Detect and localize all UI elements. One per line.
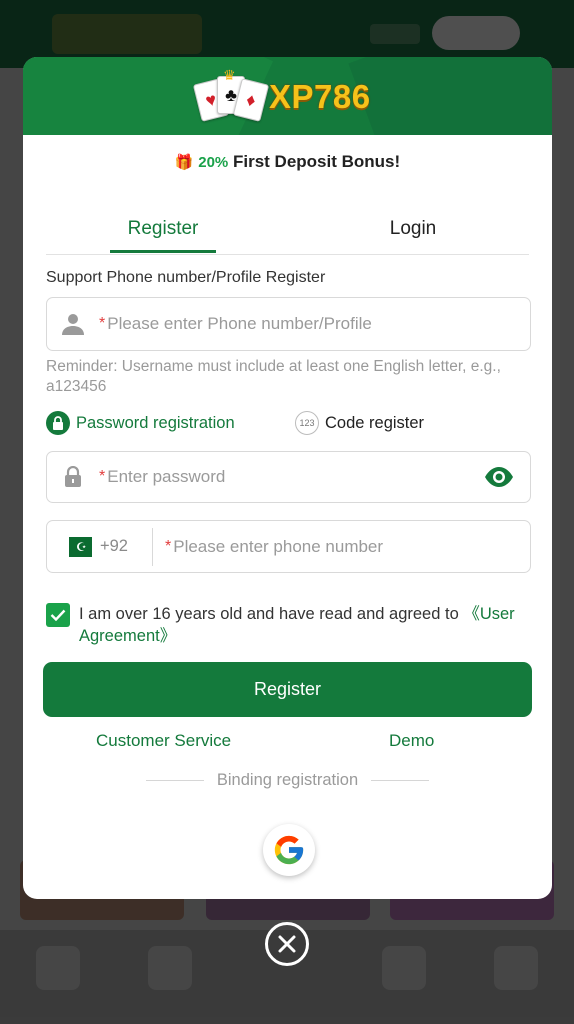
code-badge-icon: 123 xyxy=(295,411,319,435)
username-reminder: Reminder: Username must include at least… xyxy=(46,358,501,395)
close-icon xyxy=(278,935,296,953)
code-register-label: Code register xyxy=(325,413,425,432)
password-input[interactable]: * Enter password xyxy=(46,451,531,503)
brand-logo: ♥ ♣ ♦ ♛ XP786 xyxy=(192,67,371,123)
password-placeholder: Enter password xyxy=(107,467,226,486)
lock-icon xyxy=(47,466,99,488)
promo-percent: 20% xyxy=(198,154,229,171)
password-registration-option[interactable]: Password registration xyxy=(46,410,235,436)
active-tab-indicator xyxy=(110,250,216,253)
username-placeholder: Please enter Phone number/Profile xyxy=(107,314,372,333)
code-register-option[interactable]: 123 Code register xyxy=(295,410,424,436)
tab-register[interactable]: Register xyxy=(110,203,216,255)
agreement-text: I am over 16 years old and have read and… xyxy=(79,603,531,647)
close-button[interactable] xyxy=(265,922,309,966)
user-icon xyxy=(47,312,99,336)
auth-tabs: Register Login xyxy=(46,203,529,255)
register-modal: ♥ ♣ ♦ ♛ XP786 🎁 20% First Deposit Bonus!… xyxy=(23,57,552,899)
tab-login[interactable]: Login xyxy=(358,203,468,255)
divider-line xyxy=(146,780,204,781)
cards-logo-icon: ♥ ♣ ♦ ♛ xyxy=(192,67,270,122)
modal-header: ♥ ♣ ♦ ♛ XP786 xyxy=(23,57,552,135)
agreement-row: I am over 16 years old and have read and… xyxy=(46,603,531,647)
phone-input[interactable]: ☪ +92 * Please enter phone number xyxy=(46,520,531,573)
promo-banner: 🎁 20% First Deposit Bonus! xyxy=(23,152,552,172)
password-registration-label: Password registration xyxy=(76,413,235,432)
google-login-button[interactable] xyxy=(263,824,315,876)
section-label: Support Phone number/Profile Register xyxy=(46,269,326,286)
demo-link[interactable]: Demo xyxy=(389,731,434,751)
divider-line xyxy=(371,780,429,781)
customer-service-link[interactable]: Customer Service xyxy=(96,731,231,751)
required-mark: * xyxy=(99,315,106,332)
gift-icon: 🎁 xyxy=(174,154,194,171)
agreement-checkbox[interactable] xyxy=(46,603,70,627)
brand-name: XP786 xyxy=(269,78,371,115)
pakistan-flag-icon: ☪ xyxy=(62,536,92,557)
field-divider xyxy=(152,527,153,566)
register-button[interactable]: Register xyxy=(43,662,532,717)
binding-registration-divider: Binding registration xyxy=(146,771,429,790)
phone-placeholder: Please enter phone number xyxy=(173,536,384,556)
binding-registration-label: Binding registration xyxy=(216,771,359,789)
eye-icon[interactable] xyxy=(484,466,514,488)
required-mark: * xyxy=(165,537,172,555)
google-icon xyxy=(274,835,304,865)
agreement-statement: I am over 16 years old and have read and… xyxy=(79,605,464,623)
username-input[interactable]: * Please enter Phone number/Profile xyxy=(46,297,531,351)
lock-icon xyxy=(46,411,70,435)
required-mark: * xyxy=(99,468,106,485)
promo-text: First Deposit Bonus! xyxy=(233,152,401,171)
country-code[interactable]: +92 xyxy=(100,537,146,556)
